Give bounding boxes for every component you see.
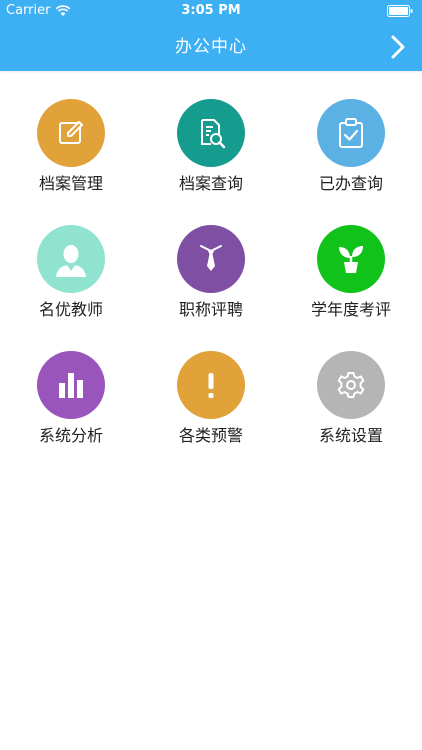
header-bar: Carrier 3:05 PM 办公中心 (0, 0, 422, 71)
menu-item-label: 档案管理 (38, 174, 103, 193)
menu-item-circle (177, 99, 245, 167)
menu-item-annual-assessment[interactable]: 学年度考评 (281, 225, 421, 335)
gear-icon (337, 372, 365, 398)
status-time: 3:05 PM (181, 3, 241, 18)
edit-icon (59, 121, 83, 144)
menu-item-title-evaluation[interactable]: 职称评聘 (141, 225, 281, 335)
forward-button[interactable] (384, 32, 412, 62)
person-icon (56, 245, 86, 277)
battery-icon (387, 5, 413, 17)
menu-item-circle (37, 225, 105, 293)
menu-item-circle (37, 351, 105, 419)
menu-item-label: 档案查询 (178, 174, 243, 193)
clipboard-check-icon (339, 118, 363, 148)
menu-item-label: 名优教师 (38, 300, 103, 319)
menu-item-circle (177, 225, 245, 293)
menu-item-label: 学年度考评 (310, 300, 391, 319)
menu-item-system-settings[interactable]: 系统设置 (281, 351, 421, 461)
menu-item-excellent-teachers[interactable]: 名优教师 (1, 225, 141, 335)
menu-item-circle (317, 99, 385, 167)
exclamation-icon (208, 373, 214, 398)
tie-icon (200, 245, 222, 271)
page-title: 办公中心 (175, 37, 247, 57)
menu-item-label: 各类预警 (178, 426, 243, 445)
bar-chart-icon (59, 373, 83, 398)
menu-item-label: 系统设置 (318, 426, 383, 445)
menu-item-done-query[interactable]: 已办查询 (281, 99, 421, 209)
status-bar: Carrier 3:05 PM (0, 0, 422, 22)
menu-item-system-analysis[interactable]: 系统分析 (1, 351, 141, 461)
menu-item-circle (317, 351, 385, 419)
menu-item-circle (317, 225, 385, 293)
menu-item-circle (177, 351, 245, 419)
sprout-icon (339, 246, 363, 273)
menu-item-label: 已办查询 (318, 174, 383, 193)
menu-item-label: 职称评聘 (178, 300, 243, 319)
menu-item-archive-query[interactable]: 档案查询 (141, 99, 281, 209)
menu-item-archive-management[interactable]: 档案管理 (1, 99, 141, 209)
document-search-icon (201, 119, 226, 149)
menu-item-label: 系统分析 (38, 426, 103, 445)
chevron-right-icon (391, 35, 405, 59)
menu-item-circle (37, 99, 105, 167)
menu-item-warnings[interactable]: 各类预警 (141, 351, 281, 461)
